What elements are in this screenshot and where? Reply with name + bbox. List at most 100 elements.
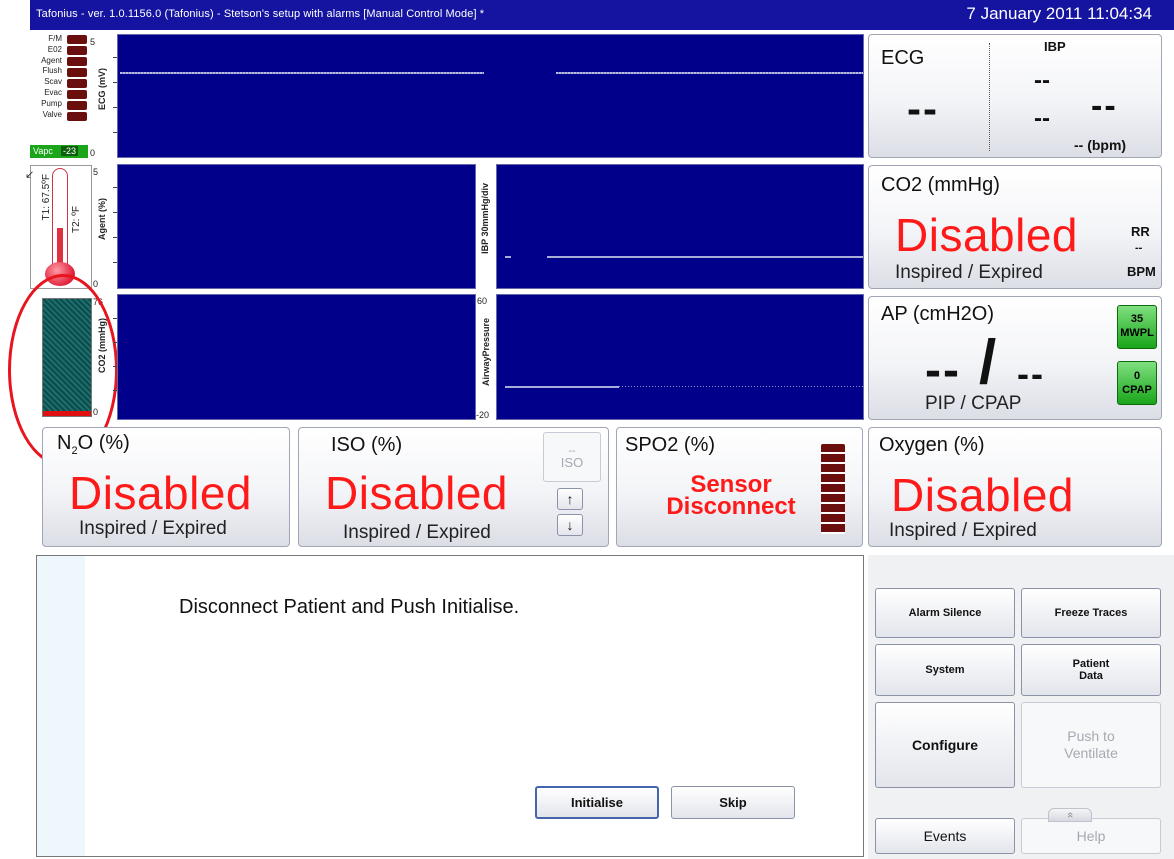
indicator-led-pump (67, 101, 87, 110)
ecg-plot-min: 0 (90, 148, 96, 158)
cpap-button[interactable]: 0 CPAP (1117, 361, 1157, 405)
system-button[interactable]: System (875, 644, 1015, 696)
ecg-bpm-label: -- (bpm) (1074, 137, 1127, 153)
ap-panel[interactable]: AP (cmH2O) -- / -- PIP / CPAP 35 MWPL 0 … (868, 296, 1162, 420)
ecg-ibp-panel[interactable]: ECG -- IBP -- -- -- -- (bpm) (868, 34, 1162, 158)
patient-data-label-1: Patient (1072, 658, 1110, 670)
arrow-down-icon: ↓ (566, 517, 574, 533)
push-to-ventilate-label-1: Push to (1067, 728, 1115, 744)
dialog-message: Disconnect Patient and Push Initialise. (179, 596, 520, 618)
push-to-ventilate-label-2: Ventilate (1064, 745, 1118, 761)
n2o-panel-sub: Inspired / Expired (79, 518, 227, 539)
indicator-label-e02: E02 (47, 44, 62, 54)
iso-panel[interactable]: ISO (%) Disabled Inspired / Expired -- I… (298, 427, 609, 547)
cpap-button-label: CPAP (1122, 384, 1152, 396)
skip-button-label: Skip (719, 794, 747, 810)
n2o-panel[interactable]: N2O (%) Disabled Inspired / Expired (42, 427, 290, 547)
spo2-message-line2: Disconnect (666, 493, 796, 520)
agent-plot-ylabel: Agent (%) (97, 198, 107, 240)
co2-panel-value: Disabled (895, 209, 1078, 261)
alarm-silence-button[interactable]: Alarm Silence (875, 588, 1015, 638)
indicator-label-valve: Valve (42, 109, 62, 119)
title-bar: Tafonius - ver. 1.0.1156.0 (Tafonius) - … (30, 0, 1174, 30)
indicator-label-pump: Pump (41, 98, 62, 108)
ibp-diastolic: -- (1034, 105, 1050, 132)
indicator-label-flush: Flush (42, 66, 62, 76)
initialise-button-label: Initialise (570, 794, 624, 810)
ecg-panel-title: ECG (881, 47, 925, 69)
indicator-led-evac (67, 90, 87, 99)
mwpl-value: 35 (1130, 313, 1144, 325)
help-button[interactable]: Help (1021, 818, 1161, 854)
airway-plot (496, 294, 864, 420)
thermometer-probe-icon: ↙ (25, 169, 35, 181)
spo2-sensor-message: Sensor Disconnect (641, 473, 821, 520)
iso-panel-sub: Inspired / Expired (343, 522, 491, 543)
iso-selector-button[interactable]: -- ISO (543, 432, 601, 482)
skip-button[interactable]: Skip (671, 786, 795, 819)
agent-plot (117, 164, 476, 289)
indicator-label-agent: Agent (41, 55, 62, 65)
vaporizer-label: Vapc (33, 146, 53, 156)
push-to-ventilate-button[interactable]: Push to Ventilate (1021, 702, 1161, 788)
events-button[interactable]: Events (875, 818, 1015, 854)
indicator-led-flush (67, 68, 87, 77)
indicator-led-valve (67, 112, 87, 121)
oxygen-panel-value: Disabled (891, 469, 1074, 521)
mwpl-button[interactable]: 35 MWPL (1117, 305, 1157, 349)
ibp-systolic: -- (1034, 67, 1050, 94)
n2o-title-rest: O (%) (77, 432, 130, 454)
vaporizer-readout: Vapc -23 (30, 145, 88, 158)
thermometer-t2-label: T2: ºF (71, 206, 82, 233)
iso-up-button[interactable]: ↑ (557, 488, 583, 510)
airway-plot-ylabel: AirwayPressure (481, 318, 491, 387)
ap-panel-title: AP (cmH2O) (881, 303, 994, 325)
iso-panel-value: Disabled (325, 467, 508, 519)
message-dialog: Disconnect Patient and Push Initialise. … (36, 555, 864, 857)
spo2-pulse-bar (821, 444, 845, 534)
ibp-plot-ylabel: IBP 30mmHg/div (480, 183, 490, 254)
patient-data-button[interactable]: Patient Data (1021, 644, 1161, 696)
ap-cpap-value: -- (1017, 353, 1045, 394)
alarm-silence-label: Alarm Silence (908, 607, 982, 619)
n2o-panel-value: Disabled (69, 467, 252, 519)
events-label: Events (923, 828, 967, 844)
ibp-plot (496, 164, 864, 289)
rr-unit: BPM (1127, 264, 1156, 279)
vaporizer-value: -23 (61, 146, 79, 156)
indicator-led-scav (67, 79, 87, 88)
initialise-button[interactable]: Initialise (535, 786, 659, 819)
ap-slash: / (979, 328, 997, 397)
indicator-led-e02 (67, 46, 87, 55)
ecg-trace-segment (120, 72, 484, 74)
patient-data-label-2: Data (1079, 670, 1103, 682)
rr-value: -- (1135, 242, 1143, 254)
spo2-panel-title: SPO2 (%) (625, 434, 716, 456)
oxygen-panel[interactable]: Oxygen (%) Disabled Inspired / Expired (868, 427, 1162, 547)
cpap-button-value: 0 (1133, 370, 1141, 382)
ecg-plot (117, 34, 864, 158)
oxygen-panel-sub: Inspired / Expired (889, 520, 1037, 541)
chevron-up-icon: « (1064, 811, 1076, 819)
oxygen-panel-title: Oxygen (%) (879, 434, 985, 456)
airway-plot-max: 60 (477, 296, 488, 306)
co2-panel-sub: Inspired / Expired (895, 262, 1043, 283)
iso-selector-label: ISO (560, 455, 584, 470)
co2-plot-ylabel: CO2 (mmHg) (97, 318, 107, 374)
freeze-traces-button[interactable]: Freeze Traces (1021, 588, 1161, 638)
agent-plot-min: 0 (93, 279, 99, 289)
ecg-trace-segment (556, 72, 863, 74)
configure-button[interactable]: Configure (875, 702, 1015, 788)
help-expand-tab[interactable]: « (1048, 808, 1092, 822)
co2-panel[interactable]: CO2 (mmHg) Disabled Inspired / Expired R… (868, 165, 1162, 289)
airway-plot-min: -20 (476, 410, 490, 420)
airway-baseline (619, 386, 863, 387)
ibp-trace (547, 256, 863, 258)
spo2-panel[interactable]: SPO2 (%) Sensor Disconnect (616, 427, 863, 547)
ecg-plot-max: 5 (90, 37, 96, 47)
iso-down-button[interactable]: ↓ (557, 514, 583, 536)
n2o-panel-title: N2O (%) (57, 432, 130, 457)
iso-panel-title: ISO (%) (331, 434, 403, 456)
rr-label: RR (1131, 224, 1150, 239)
airway-trace (505, 386, 619, 388)
